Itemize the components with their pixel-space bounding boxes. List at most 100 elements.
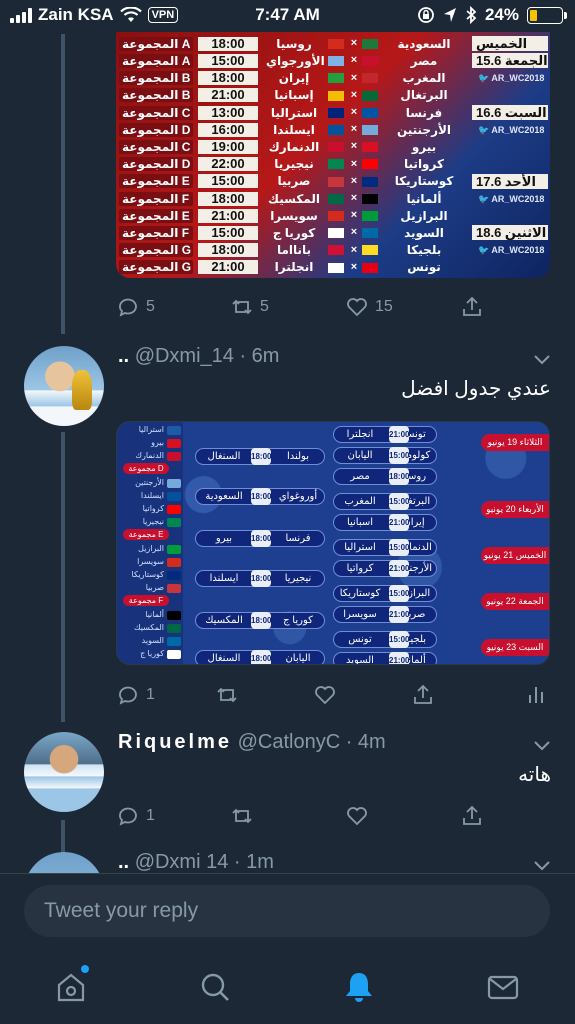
retweet-icon	[217, 687, 237, 703]
reply-button[interactable]: 1	[116, 804, 155, 828]
flag-icon	[167, 517, 181, 527]
fixture-team-home: بيرو	[411, 139, 437, 154]
fixture-team-away: بانااما	[276, 243, 312, 258]
display-name[interactable]: ..	[118, 851, 129, 873]
chevron-down-icon[interactable]	[533, 350, 551, 368]
fixture-row: المجموعة F 15:00 كوريا ج × السويد الاثنين 18.…	[116, 225, 550, 241]
share-button[interactable]	[460, 295, 484, 319]
flag-icon	[167, 610, 181, 620]
fixture-group: المجموعة E	[119, 174, 193, 189]
handle-time[interactable]: @Dxmi_14 · 6m	[135, 345, 280, 367]
display-name[interactable]: Riquelme	[118, 731, 232, 753]
flag-icon	[167, 504, 181, 514]
match-team-home: نيجيريا	[284, 573, 312, 584]
flag-icon	[328, 262, 344, 273]
like-button[interactable]	[345, 804, 369, 828]
fixture-row: المجموعة G 18:00 بانااما × بلجيكا 🐦 AR_WC2018	[116, 242, 550, 258]
fixture-time: 21:00	[198, 88, 258, 103]
share-button[interactable]	[411, 683, 435, 707]
tab-notifications[interactable]	[341, 969, 377, 1005]
flag-icon	[362, 245, 378, 256]
match-time: 21:00	[389, 606, 409, 623]
tweet-image-schedule[interactable]: استراليا بيرو الدنمارك مجموعة D الأرجنتين ايس…	[116, 421, 550, 665]
flag-icon	[362, 90, 378, 101]
avatar[interactable]	[24, 732, 104, 812]
retweet-icon	[232, 299, 252, 315]
tweet-image-fixtures[interactable]: المجموعة A 18:00 روسيا × السعودية الخميس 14.6…	[116, 32, 550, 278]
match-time: 15:00	[389, 585, 409, 602]
analytics-button[interactable]	[524, 683, 548, 707]
fixture-group: المجموعة F	[119, 225, 193, 240]
source-tag: 🐦 AR_WC2018	[478, 245, 545, 256]
fixture-team-home: السويد	[404, 225, 444, 240]
flag-icon	[167, 491, 181, 501]
match-team-away: استراليا	[344, 542, 376, 553]
bluetooth-icon	[466, 6, 477, 24]
tab-home[interactable]	[53, 965, 89, 1005]
status-bar: Zain KSA VPN 7:47 AM 24%	[0, 0, 575, 34]
flag-icon	[328, 193, 344, 204]
group-label: مجموعة F	[123, 595, 169, 606]
group-team-name: ألمانيا	[145, 610, 164, 619]
match-team-away: اسبانيا	[346, 517, 374, 528]
like-button[interactable]: 15	[345, 295, 393, 319]
group-team-name: نيجيريا	[142, 517, 164, 526]
fixture-team-home: البرتغال	[400, 88, 448, 103]
reply-button[interactable]: 1	[116, 683, 155, 707]
flag-icon	[362, 211, 378, 221]
versus-label: ×	[350, 243, 358, 256]
match-team-away: ايسلندا	[209, 573, 239, 584]
home-icon	[57, 973, 85, 1002]
heart-icon	[315, 686, 335, 705]
flag-icon	[362, 107, 378, 118]
tab-search[interactable]	[197, 969, 233, 1005]
display-name[interactable]: ..	[118, 345, 129, 367]
match-date: الجمعة 22 يونيو	[481, 593, 549, 610]
retweet-button[interactable]	[230, 804, 254, 828]
match-team-away: كوستاريكا	[339, 588, 381, 599]
fixture-row: المجموعة E 21:00 سويسرا × البرازيل	[116, 208, 550, 224]
flag-icon	[328, 245, 344, 256]
flag-icon	[167, 649, 181, 659]
versus-label: ×	[350, 88, 358, 101]
handle-time[interactable]: @CatlonyC · 4m	[238, 731, 386, 753]
match-team-away: المغرب	[344, 496, 376, 507]
fixture-time: 22:00	[198, 157, 258, 172]
fixture-team-away: سويسرا	[270, 208, 318, 223]
handle-time[interactable]: @Dxmi 14 · 1m	[135, 851, 274, 873]
reply-input[interactable]: Tweet your reply	[24, 885, 550, 937]
flag-icon	[328, 228, 344, 239]
flag-icon	[328, 39, 344, 49]
chevron-down-icon[interactable]	[533, 736, 551, 754]
match-time: 18:00	[251, 530, 271, 547]
share-button[interactable]	[460, 804, 484, 828]
versus-label: ×	[350, 106, 358, 119]
chevron-down-icon[interactable]	[533, 856, 551, 874]
flag-icon	[328, 176, 344, 187]
source-tag: 🐦 AR_WC2018	[478, 73, 545, 84]
reply-button[interactable]: 5	[116, 295, 155, 319]
like-button[interactable]	[313, 683, 337, 707]
tweet-header: Riquelme @CatlonyC · 4m	[118, 731, 386, 754]
rotation-lock-icon	[418, 7, 434, 23]
fixture-team-away: نيجيريا	[274, 157, 314, 172]
match-team-away: السعودية	[205, 491, 243, 502]
versus-label: ×	[350, 54, 358, 67]
fixture-team-away: ايسلندا	[273, 122, 315, 137]
retweet-button[interactable]: 5	[230, 295, 269, 319]
notifications-icon	[346, 973, 372, 1002]
tweet-text: عندي جدول افضل	[401, 378, 551, 400]
tab-messages[interactable]	[485, 969, 521, 1005]
flag-icon	[362, 228, 378, 239]
match-team-away: سويسرا	[343, 609, 377, 620]
retweet-count: 5	[260, 298, 269, 315]
fixture-team-away: إسبانيا	[274, 88, 314, 103]
flag-icon	[328, 125, 344, 135]
avatar[interactable]	[24, 346, 104, 426]
match-team-away: اليابان	[347, 450, 373, 461]
fixture-team-home: كرواتيا	[404, 157, 444, 172]
thread-line	[61, 432, 65, 722]
fixture-day: الاثنين 18.6	[472, 225, 548, 241]
retweet-button[interactable]	[215, 683, 239, 707]
group-team: ألمانيا	[121, 609, 181, 621]
